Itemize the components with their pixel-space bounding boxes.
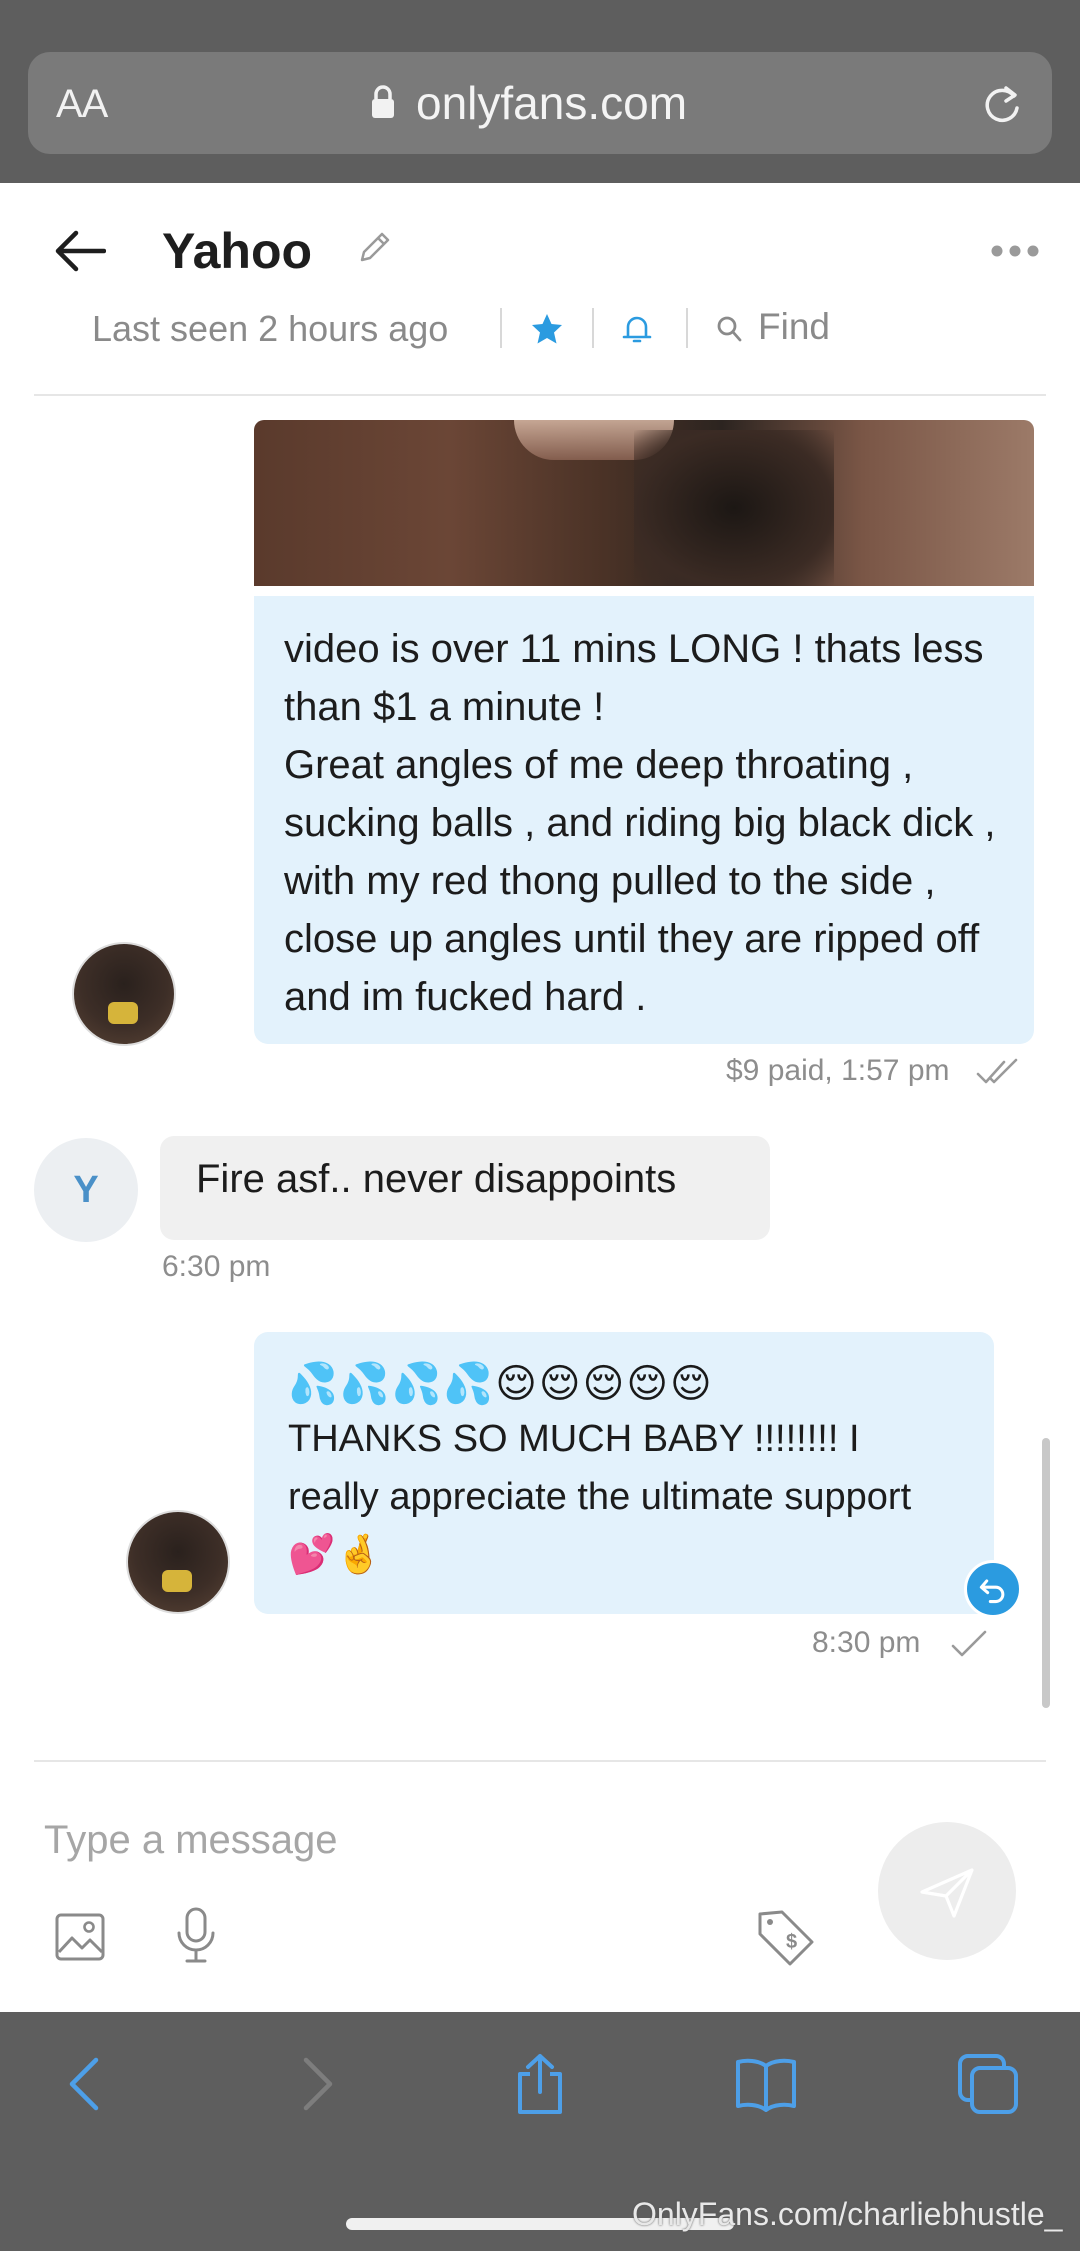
send-button[interactable] [878,1822,1016,1960]
check-icon [951,1630,987,1657]
divider [500,308,502,348]
back-chevron-icon[interactable] [56,2052,120,2116]
incoming-message-bubble: Fire asf.. never disappoints [160,1136,770,1240]
avatar[interactable] [126,1510,230,1614]
text-size-button[interactable]: AA [56,82,108,127]
message-text: THANKS SO MUCH BABY !!!!!!!! I really ap… [288,1418,912,1576]
message-text: Fire asf.. never disappoints [196,1157,677,1201]
tabs-icon[interactable] [956,2052,1020,2116]
microphone-icon[interactable] [172,1906,220,1964]
bell-icon[interactable] [620,312,654,346]
back-arrow-icon[interactable] [54,230,106,272]
lock-icon [372,85,394,118]
double-check-icon [976,1058,1018,1084]
outgoing-message-bubble: 💦💦💦💦😌😌😌😌😌 THANKS SO MUCH BABY !!!!!!!! I… [254,1332,994,1614]
more-options-icon[interactable] [990,244,1040,258]
chat-title[interactable]: Yahoo [162,222,312,280]
svg-text:$: $ [786,1931,797,1953]
scrollbar[interactable] [1042,1438,1050,1708]
star-icon[interactable] [530,312,564,346]
message-time: 8:30 pm [812,1626,921,1659]
header-divider [34,394,1046,396]
media-thumbnail[interactable] [254,420,1034,586]
last-seen-status: Last seen 2 hours ago [92,308,449,349]
share-icon[interactable] [508,2052,572,2116]
bookmarks-icon[interactable] [734,2052,798,2116]
price-tag-icon[interactable]: $ [754,1906,816,1968]
send-icon [920,1868,974,1918]
find-button[interactable]: Find [758,306,830,348]
forward-chevron-icon[interactable] [282,2052,346,2116]
avatar[interactable]: Y [34,1138,138,1242]
url-text[interactable]: onlyfans.com [416,76,687,130]
emoji-row: 💦💦💦💦😌😌😌😌😌 [288,1362,714,1406]
watermark-text: OnlyFans.com/charliebhustle_ [632,2196,1063,2232]
image-icon[interactable] [54,1912,106,1962]
message-input[interactable] [44,1812,824,1868]
search-icon[interactable] [716,314,742,344]
message-meta: $9 paid, 1:57 pm [726,1054,950,1087]
avatar[interactable] [72,942,176,1046]
divider [592,308,594,348]
divider [686,308,688,348]
outgoing-message-bubble: video is over 11 mins LONG ! thats less … [254,596,1034,1044]
message-text: video is over 11 mins LONG ! thats less … [284,627,996,1019]
undo-icon[interactable] [964,1560,1022,1618]
reload-icon[interactable] [978,80,1026,128]
composer-divider [34,1760,1046,1762]
message-time: 6:30 pm [162,1250,271,1283]
pencil-icon[interactable] [354,228,394,268]
